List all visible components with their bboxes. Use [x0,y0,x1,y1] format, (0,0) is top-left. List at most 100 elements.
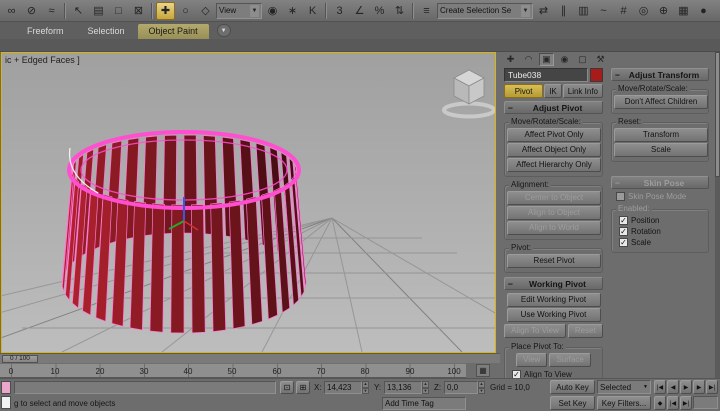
link-info-mode-button[interactable]: Link Info [563,84,603,98]
align-to-object-button[interactable]: Align to Object [507,206,601,220]
bind-to-space-warp-icon[interactable]: ≈ [42,2,61,20]
layer-manager-icon[interactable]: ▥ [574,2,593,20]
set-key-button[interactable]: Set Key [550,396,595,410]
named-selection-sets-icon[interactable]: ≡ [417,2,436,20]
select-object-icon[interactable]: ↖ [69,2,88,20]
render-production-icon[interactable]: ● [694,2,713,20]
z-spinner[interactable] [478,381,485,394]
skin-pose-rollout-header[interactable]: Skin Pose [611,176,709,189]
maxscript-mini-listener-pink[interactable] [1,381,11,394]
select-by-name-icon[interactable]: ▤ [89,2,108,20]
percent-snap-icon[interactable]: % [370,2,389,20]
adjust-pivot-rollout-header[interactable]: Adjust Pivot [504,101,603,114]
checkbox-icon[interactable] [616,192,625,201]
position-checkbox-row[interactable]: Position [619,216,706,225]
key-filters-button[interactable]: Key Filters... [597,396,651,410]
tab-selection[interactable]: Selection [77,24,136,39]
ribbon-options-button[interactable]: ▼ [217,24,231,37]
object-color-swatch[interactable] [590,68,603,82]
modify-tab-icon[interactable]: ◠ [521,53,536,66]
display-tab-icon[interactable]: ▢ [575,53,590,66]
goto-start-time-button[interactable]: |◀ [667,396,679,410]
checkbox-checked-icon[interactable] [619,238,628,247]
viewport-label[interactable]: ic + Edged Faces ] [5,55,80,65]
pivot-mode-button[interactable]: Pivot [504,84,543,98]
time-slider[interactable]: 0 / 100 [0,353,500,363]
hierarchy-tab-icon[interactable]: ▣ [539,53,554,66]
ik-mode-button[interactable]: IK [544,84,562,98]
render-setup-icon[interactable]: ⊕ [654,2,673,20]
next-frame-button[interactable]: ▶ [693,380,705,394]
create-tab-icon[interactable]: ✚ [503,53,518,66]
goto-start-button[interactable]: |◀ [654,380,666,394]
motion-tab-icon[interactable]: ◉ [557,53,572,66]
y-coordinate-field[interactable]: 13,136 [384,381,422,394]
utilities-tab-icon[interactable]: ⚒ [593,53,608,66]
x-spinner[interactable] [362,381,369,394]
unlink-selection-icon[interactable]: ⊘ [22,2,41,20]
scale-button[interactable]: Scale [614,143,708,157]
named-selection-set-dropdown[interactable]: Create Selection Se [437,3,533,19]
y-spinner[interactable] [422,381,429,394]
edit-working-pivot-button[interactable]: Edit Working Pivot [507,293,601,307]
adjust-transform-rollout-header[interactable]: Adjust Transform [611,68,709,81]
snaps-toggle-icon[interactable]: 3 [330,2,349,20]
keyboard-override-icon[interactable]: K [303,2,322,20]
goto-end-button[interactable]: ▶| [706,380,718,394]
spinner-down-icon[interactable] [422,388,429,395]
use-working-pivot-button[interactable]: Use Working Pivot [507,308,601,322]
viewport-canvas[interactable] [2,53,495,352]
scrollbar-thumb[interactable] [715,52,720,177]
reference-coordinate-dropdown[interactable]: View [216,3,262,19]
object-name-field[interactable]: Tube038 [504,68,588,82]
absolute-mode-toggle[interactable]: ⊞ [296,381,310,394]
x-coordinate-field[interactable]: 14,423 [324,381,362,394]
rotation-checkbox-row[interactable]: Rotation [619,227,706,236]
command-panel-scrollbar[interactable] [715,52,720,378]
time-slider-handle[interactable]: 0 / 100 [2,355,38,363]
checkbox-checked-icon[interactable] [619,216,628,225]
select-and-link-icon[interactable]: ∞ [2,2,21,20]
select-and-move-icon[interactable]: ✚ [156,2,175,20]
previous-frame-button[interactable]: ◀ [667,380,679,394]
material-editor-icon[interactable]: ◎ [634,2,653,20]
surface-button[interactable]: Surface [549,353,591,367]
selection-lock-toggle[interactable]: ⊡ [280,381,294,394]
window-crossing-icon[interactable]: ⊠ [129,2,148,20]
tab-object-paint[interactable]: Object Paint [138,24,209,39]
key-mode-toggle[interactable]: ◆ [654,396,666,410]
select-and-manipulate-icon[interactable]: ∗ [283,2,302,20]
viewport[interactable]: ic + Edged Faces ] [1,52,496,353]
open-mini-curve-editor-button[interactable]: ▦ [476,364,490,377]
spinner-down-icon[interactable] [478,388,485,395]
align-to-world-button[interactable]: Align to World [507,221,601,235]
center-to-object-button[interactable]: Center to Object [507,191,601,205]
selection-region-icon[interactable]: □ [109,2,128,20]
align-icon[interactable]: ∥ [554,2,573,20]
affect-hierarchy-only-button[interactable]: Affect Hierarchy Only [507,158,601,172]
play-button[interactable]: ▶ [680,380,692,394]
view-button[interactable]: View [516,353,547,367]
affect-pivot-only-button[interactable]: Affect Pivot Only [507,128,601,142]
schematic-view-icon[interactable]: # [614,2,633,20]
reset-button[interactable]: Reset [568,324,603,338]
affect-object-only-button[interactable]: Affect Object Only [507,143,601,157]
dont-affect-children-button[interactable]: Don't Affect Children [614,95,708,109]
spinner-down-icon[interactable] [362,388,369,395]
curve-editor-icon[interactable]: ~ [594,2,613,20]
reset-pivot-button[interactable]: Reset Pivot [507,254,601,268]
z-coordinate-field[interactable]: 0,0 [444,381,478,394]
use-pivot-center-icon[interactable]: ◉ [263,2,282,20]
working-pivot-rollout-header[interactable]: Working Pivot [504,277,603,290]
checkbox-checked-icon[interactable] [619,227,628,236]
mirror-icon[interactable]: ⇄ [534,2,553,20]
set-key-filter-dropdown[interactable]: Selected [597,380,651,394]
align-to-view-button[interactable]: Align To View [504,324,566,338]
goto-end-time-button[interactable]: ▶| [680,396,692,410]
rendered-frame-icon[interactable]: ▦ [674,2,693,20]
tab-freeform[interactable]: Freeform [16,24,75,39]
maxscript-mini-listener-white[interactable] [1,396,11,409]
select-and-rotate-icon[interactable]: ○ [176,2,195,20]
transform-button[interactable]: Transform [614,128,708,142]
spinner-snap-icon[interactable]: ⇅ [390,2,409,20]
